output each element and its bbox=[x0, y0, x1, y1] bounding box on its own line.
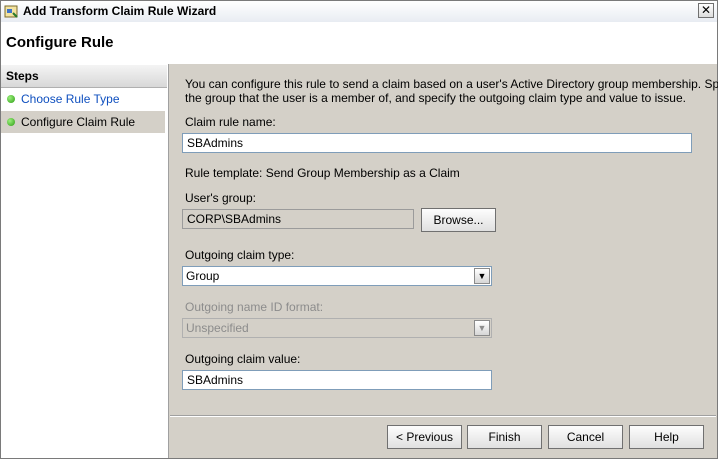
close-icon: ✕ bbox=[700, 3, 712, 17]
users-group-field: CORP\SBAdmins bbox=[182, 209, 414, 229]
users-group-value: CORP\SBAdmins bbox=[187, 212, 282, 226]
outgoing-name-id-label: Outgoing name ID format: bbox=[185, 300, 324, 314]
claim-rule-name-label: Claim rule name: bbox=[185, 115, 276, 129]
window-title: Add Transform Claim Rule Wizard bbox=[23, 4, 217, 18]
outgoing-claim-value-value: SBAdmins bbox=[187, 373, 244, 387]
help-button[interactable]: Help bbox=[629, 425, 704, 449]
outgoing-name-id-select: Unspecified ▼ bbox=[182, 318, 492, 338]
browse-button[interactable]: Browse... bbox=[421, 208, 496, 232]
step-choose-rule-type[interactable]: Choose Rule Type bbox=[1, 88, 165, 110]
steps-heading-label: Steps bbox=[6, 69, 39, 83]
claim-rule-name-value: SBAdmins bbox=[187, 136, 244, 150]
step-configure-claim-rule[interactable]: Configure Claim Rule bbox=[1, 111, 165, 133]
outgoing-claim-value-input[interactable]: SBAdmins bbox=[182, 370, 492, 390]
close-button[interactable]: ✕ bbox=[698, 3, 714, 18]
description-line-2: the group that the user is a member of, … bbox=[185, 91, 686, 105]
finish-button[interactable]: Finish bbox=[467, 425, 542, 449]
help-button-label: Help bbox=[654, 430, 679, 444]
finish-button-label: Finish bbox=[488, 430, 521, 444]
rule-template-text: Rule template: Send Group Membership as … bbox=[185, 166, 460, 180]
title-bar: Add Transform Claim Rule Wizard ✕ bbox=[1, 1, 717, 23]
previous-button-label: < Previous bbox=[395, 430, 454, 444]
browse-button-label: Browse... bbox=[433, 213, 484, 227]
step-label: Configure Claim Rule bbox=[21, 115, 136, 129]
cancel-button-label: Cancel bbox=[566, 430, 605, 444]
wizard-window: Add Transform Claim Rule Wizard ✕ Config… bbox=[0, 0, 718, 459]
footer-divider-highlight bbox=[170, 416, 716, 417]
steps-panel: Steps Choose Rule Type Configure Claim R… bbox=[1, 64, 169, 458]
outgoing-name-id-value: Unspecified bbox=[186, 321, 249, 335]
previous-button[interactable]: < Previous bbox=[387, 425, 462, 449]
cancel-button[interactable]: Cancel bbox=[548, 425, 623, 449]
outgoing-claim-type-value: Group bbox=[186, 269, 220, 283]
outgoing-claim-value-label: Outgoing claim value: bbox=[185, 352, 301, 366]
green-dot-icon bbox=[7, 95, 15, 103]
wizard-app-icon bbox=[4, 5, 18, 18]
users-group-label: User's group: bbox=[185, 191, 256, 205]
content-panel: You can configure this rule to send a cl… bbox=[169, 64, 718, 458]
page-header: Configure Rule bbox=[1, 22, 717, 65]
green-dot-icon bbox=[7, 118, 15, 126]
page-title: Configure Rule bbox=[6, 34, 114, 51]
chevron-down-icon[interactable]: ▼ bbox=[474, 268, 490, 284]
outgoing-claim-type-select[interactable]: Group ▼ bbox=[182, 266, 492, 286]
steps-heading: Steps bbox=[1, 65, 167, 88]
step-label: Choose Rule Type bbox=[21, 92, 120, 106]
chevron-down-icon: ▼ bbox=[474, 320, 490, 336]
description-line-1: You can configure this rule to send a cl… bbox=[185, 77, 718, 91]
outgoing-claim-type-label: Outgoing claim type: bbox=[185, 248, 295, 262]
claim-rule-name-input[interactable]: SBAdmins bbox=[182, 133, 692, 153]
